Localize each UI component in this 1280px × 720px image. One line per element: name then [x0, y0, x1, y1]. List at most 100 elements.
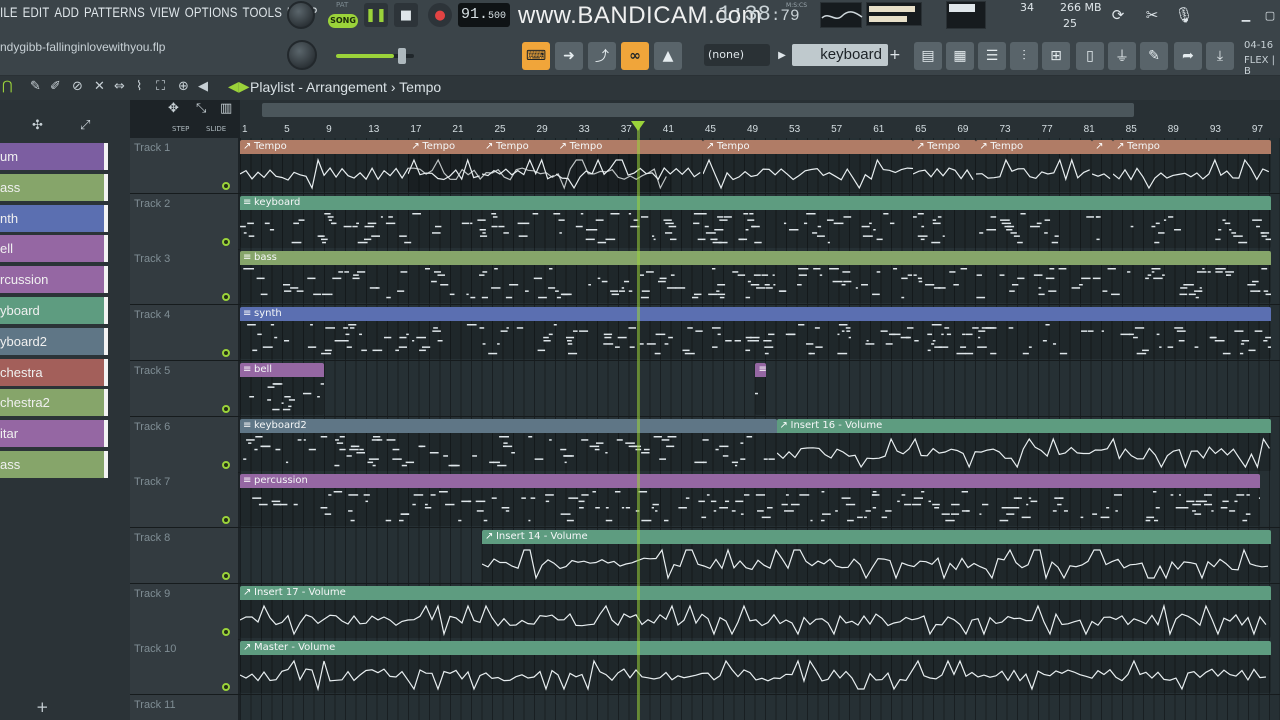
record-icon[interactable]: ● — [428, 3, 452, 27]
add-pattern-button[interactable]: + — [889, 44, 903, 66]
channel-button[interactable]: ell — [0, 235, 106, 263]
track-header[interactable]: Track 6 — [130, 416, 238, 472]
plugin-icon[interactable]: ⏚ — [1108, 42, 1136, 70]
pattern-clip[interactable]: synth — [240, 307, 1271, 360]
channel-select-indicator[interactable] — [104, 420, 108, 448]
channel-select-indicator[interactable] — [104, 235, 108, 263]
channel-button[interactable]: chestra — [0, 358, 106, 386]
pattern-clip[interactable]: percussion — [240, 474, 1261, 527]
scissors-icon[interactable]: ✂ — [1138, 1, 1166, 29]
track-lane[interactable] — [240, 695, 1280, 720]
microphone-icon[interactable]: 🎙 — [1170, 1, 1198, 29]
channel-select-indicator[interactable] — [104, 204, 108, 232]
menu-item[interactable]: OPTIONS — [185, 4, 238, 24]
track-header[interactable]: Track 1 — [130, 138, 238, 193]
add-icon[interactable]: + — [36, 698, 49, 716]
channel-button[interactable]: ass — [0, 173, 106, 201]
automation-clip[interactable]: Insert 16 - Volume — [776, 418, 1271, 471]
channel-select-indicator[interactable] — [104, 389, 108, 417]
slice-icon[interactable]: ⌇ — [136, 79, 142, 94]
menu-item[interactable]: ILE — [0, 4, 18, 24]
horizontal-scrollbar[interactable] — [262, 103, 1134, 117]
pattern-clip[interactable]: bass — [240, 251, 1271, 304]
playlist-arrow-icon[interactable]: ◀▶ — [228, 79, 250, 95]
track-header[interactable]: Track 8 — [130, 527, 238, 583]
track-header[interactable]: Track 4 — [130, 305, 238, 361]
menu-item[interactable]: ADD — [54, 4, 79, 24]
stop-icon[interactable]: ■ — [394, 3, 418, 27]
track-header[interactable]: Track 7 — [130, 472, 238, 528]
playlist-track[interactable]: Track 3 bass — [130, 249, 1280, 306]
mute-icon[interactable]: ✕ — [94, 79, 105, 94]
playlist-track[interactable]: Track 6 keyboard2Insert 16 - Volume — [130, 416, 1280, 473]
audio-wave-icon[interactable]: ✣ — [32, 118, 43, 133]
metronome-icon[interactable]: ▲ — [654, 42, 682, 70]
track-lane[interactable]: keyboard2Insert 16 - Volume — [240, 416, 1280, 472]
automation-clip[interactable]: Tempo — [702, 140, 914, 192]
channel-button[interactable]: nth — [0, 204, 106, 232]
automation-clip[interactable]: Tempo — [1113, 140, 1271, 192]
select-icon[interactable]: ⛶ — [156, 79, 165, 94]
pattern-clip[interactable]: keyboard — [240, 195, 1271, 248]
channel-select-indicator[interactable] — [104, 266, 108, 294]
track-mute-led[interactable] — [222, 293, 230, 302]
track-header[interactable]: Track 2 — [130, 193, 238, 249]
channel-select-indicator[interactable] — [104, 173, 108, 201]
file-icon[interactable]: ▯ — [1076, 42, 1104, 70]
playhead-line[interactable] — [637, 122, 640, 720]
track-lane[interactable]: percussion — [240, 472, 1280, 528]
master-volume-knob[interactable] — [287, 40, 317, 70]
track-mute-led[interactable] — [222, 627, 230, 636]
channel-button[interactable]: itar — [0, 420, 106, 448]
channel-select-indicator[interactable] — [104, 327, 108, 355]
tempo-display[interactable]: 91.500 — [458, 3, 510, 27]
channel-select-indicator[interactable] — [104, 297, 108, 324]
track-mute-led[interactable] — [222, 349, 230, 358]
track-lane[interactable]: Insert 14 - Volume — [240, 527, 1280, 583]
track-lane[interactable]: bell — [240, 360, 1280, 416]
step-arrow-icon[interactable]: ➜ — [555, 42, 583, 70]
pattern-clip[interactable]: keyboard2 — [240, 418, 777, 471]
track-mute-led[interactable] — [222, 683, 230, 692]
track-header[interactable]: Track 5 — [130, 360, 238, 416]
automation-icon[interactable]: ⤢ — [80, 118, 90, 133]
playlist-track[interactable]: Track 4 synth — [130, 305, 1280, 362]
grid-icon[interactable]: ▥ — [220, 101, 232, 116]
track-lane[interactable]: keyboard — [240, 193, 1280, 249]
playlist-track[interactable]: Track 5 bell — [130, 360, 1280, 417]
brush-icon[interactable]: ✐ — [50, 79, 61, 94]
mixer-icon[interactable]: ⫶ — [1010, 42, 1038, 70]
automation-clip[interactable]: Insert 17 - Volume — [240, 585, 1271, 638]
channel-select-indicator[interactable] — [104, 358, 108, 386]
menu-item[interactable]: VIEW — [150, 4, 180, 24]
playhead-marker[interactable] — [631, 121, 645, 131]
track-header[interactable]: Track 11 — [130, 695, 238, 720]
pattern-select[interactable]: keyboard — [792, 44, 888, 66]
track-lane[interactable]: Insert 17 - Volume — [240, 583, 1280, 639]
track-mute-led[interactable] — [222, 516, 230, 525]
automation-clip[interactable]: Tempo — [408, 140, 482, 192]
track-lane[interactable]: Master - Volume — [240, 639, 1280, 695]
menu-item[interactable]: TOOLS — [242, 4, 282, 24]
main-volume-handle[interactable] — [398, 48, 406, 64]
track-lane[interactable]: bass — [240, 249, 1280, 305]
track-lane[interactable]: TempoTempoTempoTempoTempoTempoTempoTempo — [240, 138, 1280, 193]
step-icon[interactable]: ✥ — [168, 101, 179, 116]
automation-clip[interactable]: Tempo — [913, 140, 977, 192]
share-icon[interactable]: ➦ — [1174, 42, 1202, 70]
channel-button[interactable]: yboard — [0, 297, 106, 324]
channel-button[interactable]: chestra2 — [0, 389, 106, 417]
automation-clip[interactable]: Tempo — [976, 140, 1093, 192]
zoom-icon[interactable]: ⊕ — [178, 79, 189, 94]
playlist-track[interactable]: Track 10 Master - Volume — [130, 639, 1280, 696]
track-lane[interactable]: synth — [240, 305, 1280, 361]
delete-icon[interactable]: ⊘ — [72, 79, 83, 94]
channel-button[interactable]: yboard2 — [0, 327, 106, 355]
maximize-icon[interactable]: ▢ — [1256, 1, 1280, 29]
track-mute-led[interactable] — [222, 237, 230, 246]
track-mute-led[interactable] — [222, 404, 230, 413]
automation-clip[interactable]: Insert 14 - Volume — [481, 529, 1271, 582]
typing-keyboard-icon[interactable]: ⌨ — [522, 42, 550, 70]
playlist-track[interactable]: Track 11 — [130, 695, 1280, 720]
link-icon[interactable]: ∞ — [621, 42, 649, 70]
